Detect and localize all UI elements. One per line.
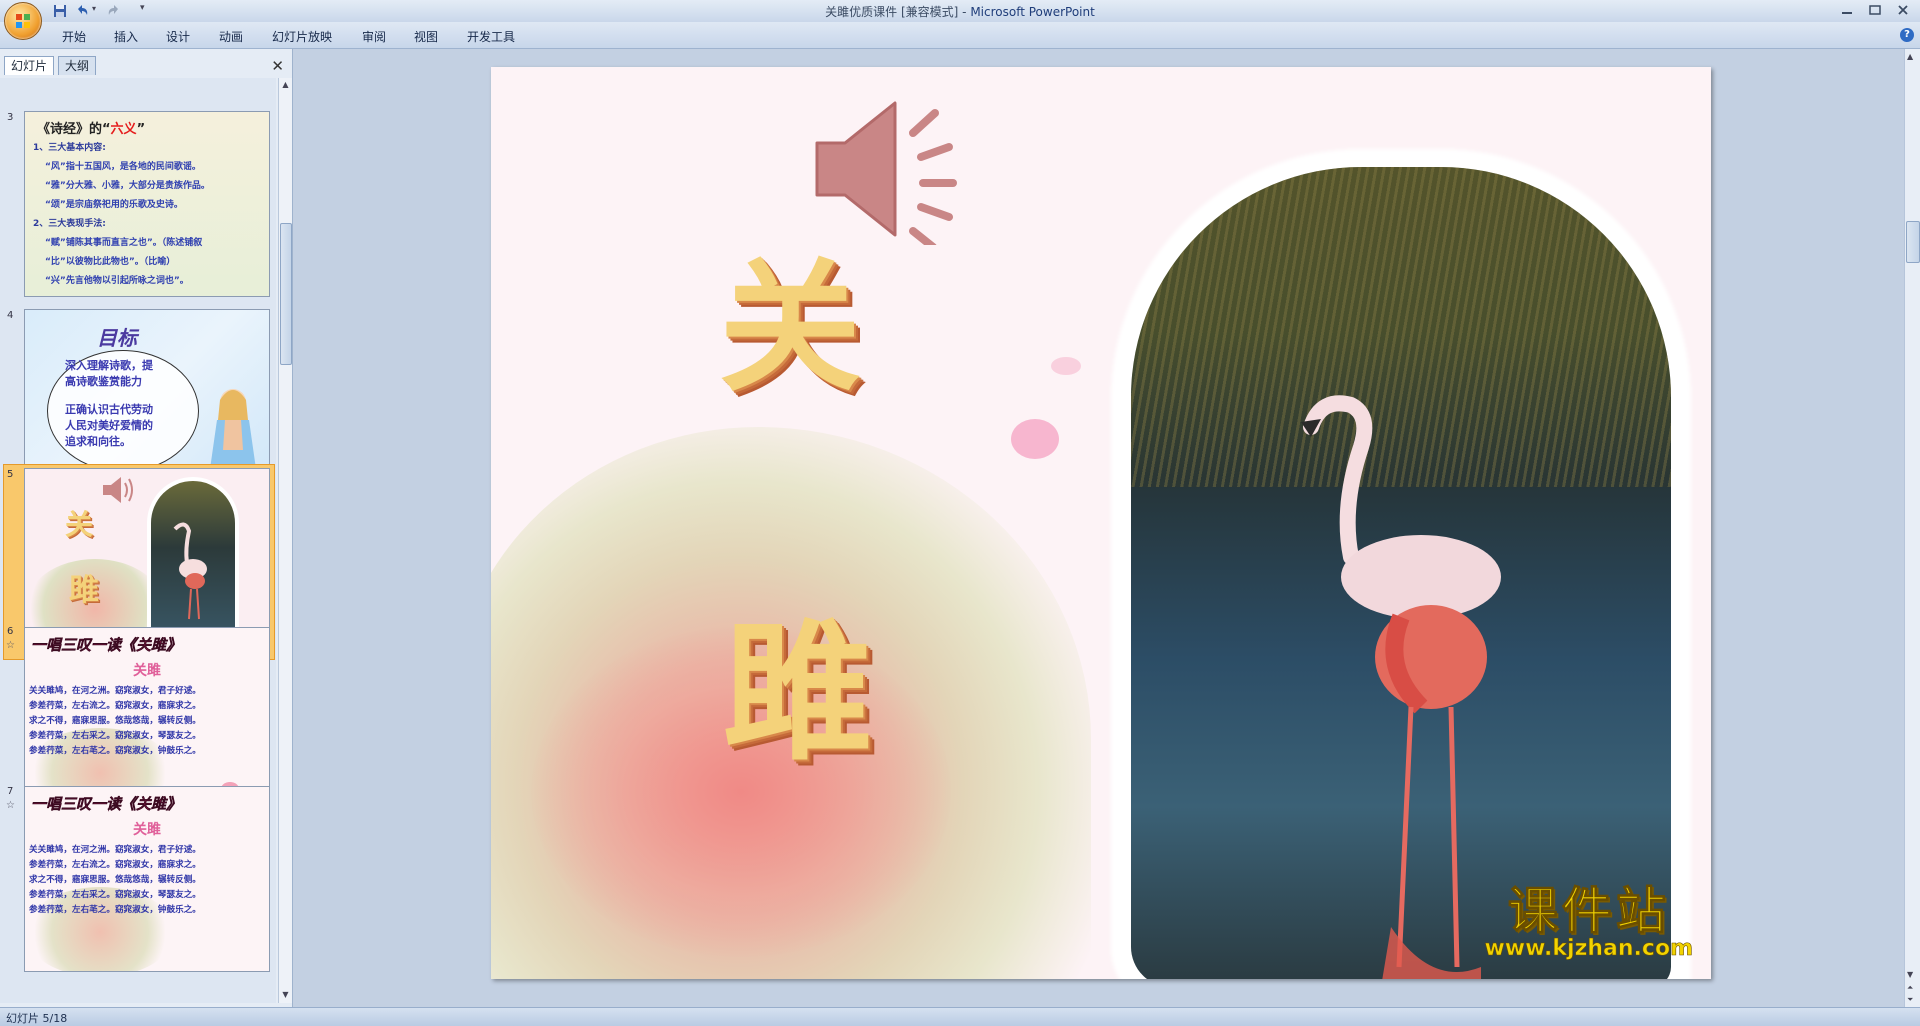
minimize-icon[interactable] <box>1836 2 1858 18</box>
thumb-heading: 一唱三叹一读《关雎》 <box>31 636 182 654</box>
ribbon-tab-bar: 开始 插入 设计 动画 幻灯片放映 审阅 视图 开发工具 ? <box>0 22 1920 49</box>
slide-number: 6 <box>7 626 14 637</box>
title-bar: ▾ ▾ 关雎优质课件 [兼容模式] - Microsoft PowerPoint <box>0 0 1920 40</box>
panel-close-icon[interactable]: ✕ <box>271 57 284 75</box>
thumb-line: 追求和向往。 <box>65 435 131 448</box>
thumb-line: 参差荇菜，左右芼之。窈窕淑女，钟鼓乐之。 <box>29 905 201 915</box>
current-slide[interactable]: 关 雎 课件站 www.kjzhan.com <box>491 67 1711 979</box>
status-bar: 幻灯片 5/18 <box>0 1007 1920 1026</box>
tab-outline[interactable]: 大纲 <box>58 56 97 75</box>
thumb-heading: 一唱三叹一读《关雎》 <box>31 795 182 813</box>
thumb-line: 求之不得，寤寐思服。悠哉悠哉，辗转反侧。 <box>29 875 201 885</box>
slide-editing-area: 关 雎 课件站 www.kjzhan.com <box>293 49 1905 1007</box>
thumb-subheading: 关雎 <box>133 822 161 838</box>
thumb-line: “风”指十五国风，是各地的民间歌谣。 <box>45 162 201 172</box>
scroll-up-icon[interactable]: ▲ <box>280 80 291 91</box>
slide-number: 4 <box>7 310 14 321</box>
thumb-title: 《诗经》的“六义” <box>37 118 145 137</box>
watermark: 课件站 www.kjzhan.com <box>1484 885 1693 961</box>
slide-number: 3 <box>7 112 14 123</box>
slide-thumbnail-3[interactable]: 《诗经》的“六义” 1、三大基本内容: “风”指十五国风，是各地的民间歌谣。 “… <box>24 111 270 297</box>
animation-star-icon: ☆ <box>6 800 15 811</box>
thumb-line: “兴”先言他物以引起所咏之词也”。 <box>45 276 189 286</box>
speaker-icon <box>103 477 133 503</box>
thumb-line: “雅”分大雅、小雅，大部分是贵族作品。 <box>45 181 210 191</box>
main-scrollbar[interactable]: ▲ ▼ ⏶ ⏷ <box>1904 49 1920 1007</box>
thumb-heading: 目标 <box>97 326 137 350</box>
watermark-main: 课件站 <box>1507 882 1670 940</box>
maximize-icon[interactable] <box>1864 2 1886 18</box>
thumb-line: 高诗歌鉴赏能力 <box>65 375 142 388</box>
thumb-char-2: 雎 <box>69 573 99 608</box>
thumb-line: “赋”铺陈其事而直言之也”。（陈述铺叙 <box>45 238 203 248</box>
thumb-line: 关关雎鸠，在河之洲。窈窕淑女，君子好逑。 <box>29 686 201 696</box>
thumb-title-post: ” <box>136 122 146 137</box>
scroll-up-icon[interactable]: ▲ <box>1907 52 1913 61</box>
thumb-line: 人民对美好爱情的 <box>65 419 153 432</box>
pink-blob <box>1051 357 1081 375</box>
thumb-line: 参差荇菜，左右采之。窈窕淑女，琴瑟友之。 <box>29 890 201 900</box>
help-icon[interactable]: ? <box>1900 28 1914 42</box>
tab-slides[interactable]: 幻灯片 <box>4 56 55 75</box>
tab-design[interactable]: 设计 <box>166 28 190 45</box>
close-icon[interactable] <box>1892 2 1914 18</box>
thumb-line: “颂”是宗庙祭祀用的乐歌及史诗。 <box>45 200 183 210</box>
slide-number: 5 <box>7 469 14 480</box>
panel-scroll-thumb[interactable] <box>280 223 292 365</box>
tab-slideshow[interactable]: 幻灯片放映 <box>272 28 332 45</box>
thumb-line: 求之不得，寤寐思服。悠哉悠哉，辗转反侧。 <box>29 716 201 726</box>
title-char-1[interactable]: 关 <box>719 253 861 403</box>
animation-star-icon: ☆ <box>6 640 15 651</box>
speaker-icon[interactable] <box>809 95 979 245</box>
document-title: 关雎优质课件 [兼容模式] - <box>825 5 971 19</box>
thumb-line: 2、三大表现手法: <box>33 219 106 229</box>
prev-slide-icon[interactable]: ⏶ <box>1907 983 1913 993</box>
slides-panel: 幻灯片 大纲 ✕ 3 《诗经》的“六义” 1、三大基本内容: “风”指十五国风，… <box>0 49 293 1007</box>
slide-counter: 幻灯片 5/18 <box>6 1012 68 1025</box>
tab-view[interactable]: 视图 <box>414 28 438 45</box>
thumb-line: 正确认识古代劳动 <box>65 403 153 416</box>
thumb-line: “比”以彼物比此物也”。（比喻） <box>45 257 176 267</box>
slide-thumbnail-7[interactable]: 一唱三叹一读《关雎》 关雎 关关雎鸠，在河之洲。窈窕淑女，君子好逑。 参差荇菜，… <box>24 786 270 972</box>
tab-review[interactable]: 审阅 <box>362 28 386 45</box>
thumb-line: 参差荇菜，左右流之。窈窕淑女，寤寐求之。 <box>29 701 201 711</box>
thumb-subheading: 关雎 <box>133 663 161 679</box>
thumb-char-1: 关 <box>65 508 94 541</box>
thumbnail-list: 3 《诗经》的“六义” 1、三大基本内容: “风”指十五国风，是各地的民间歌谣。… <box>0 78 276 1003</box>
slide-number: 7 <box>7 786 14 797</box>
thumb-title-red: 六义 <box>110 122 137 137</box>
tab-developer[interactable]: 开发工具 <box>467 28 515 45</box>
window-title: 关雎优质课件 [兼容模式] - Microsoft PowerPoint <box>0 3 1920 20</box>
main-scroll-thumb[interactable] <box>1906 221 1920 263</box>
app-title: Microsoft PowerPoint <box>970 5 1095 19</box>
flamingo-photo[interactable] <box>1131 167 1671 979</box>
panel-tabs: 幻灯片 大纲 ✕ <box>0 54 292 76</box>
title-char-2[interactable]: 雎 <box>723 615 873 771</box>
thumb-title-pre: 《诗经》的“ <box>37 122 111 137</box>
tab-insert[interactable]: 插入 <box>114 28 138 45</box>
next-slide-icon[interactable]: ⏷ <box>1907 995 1913 1005</box>
tab-home[interactable]: 开始 <box>62 28 86 45</box>
flamingo-thumb <box>173 522 207 620</box>
thumb-line: 深入理解诗歌，提 <box>65 359 153 372</box>
pink-blob <box>1011 419 1059 459</box>
scroll-down-icon[interactable]: ▼ <box>280 990 291 1001</box>
watermark-url: www.kjzhan.com <box>1484 936 1693 961</box>
tab-animations[interactable]: 动画 <box>219 28 243 45</box>
panel-scrollbar[interactable]: ▲ ▼ <box>278 78 292 1003</box>
thumb-line: 参差荇菜，左右采之。窈窕淑女，琴瑟友之。 <box>29 731 201 741</box>
scroll-down-icon[interactable]: ▼ <box>1907 970 1913 979</box>
thumb-line: 参差荇菜，左右流之。窈窕淑女，寤寐求之。 <box>29 860 201 870</box>
office-button-icon <box>16 14 30 28</box>
thumb-line: 参差荇菜，左右芼之。窈窕淑女，钟鼓乐之。 <box>29 746 201 756</box>
thumb-line: 1、三大基本内容: <box>33 143 106 153</box>
office-button[interactable] <box>4 2 42 40</box>
thumb-line: 关关雎鸠，在河之洲。窈窕淑女，君子好逑。 <box>29 845 201 855</box>
